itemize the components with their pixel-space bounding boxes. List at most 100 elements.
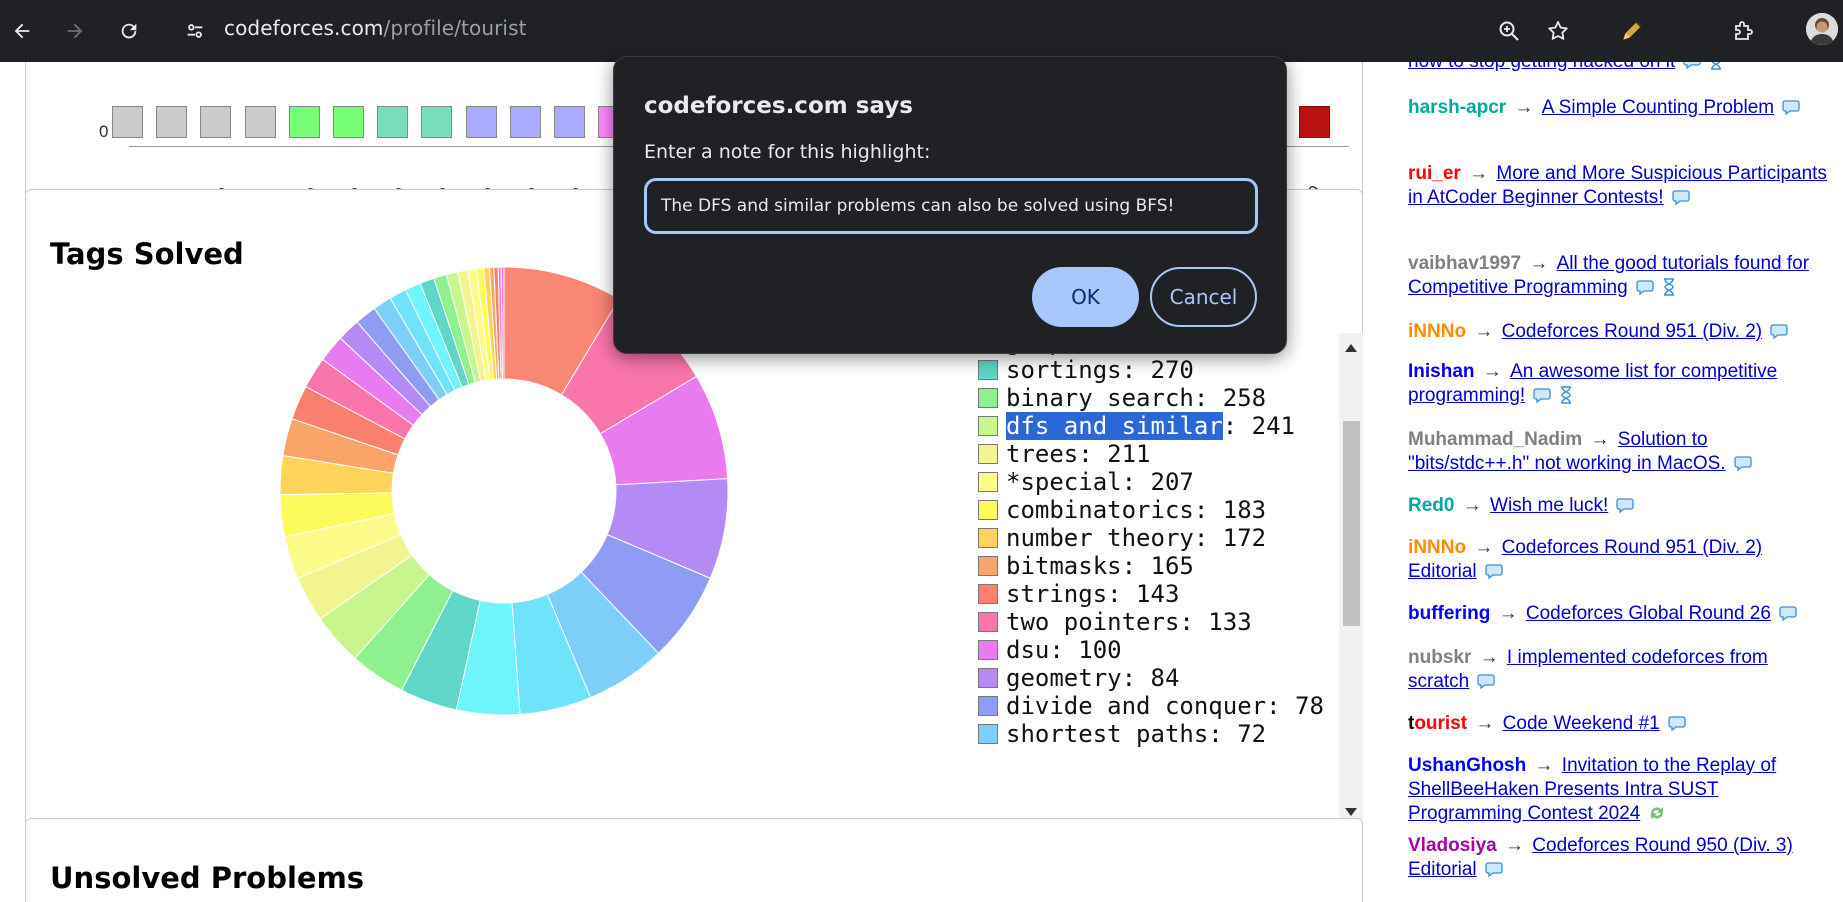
legend-label: bitmasks — [1006, 552, 1122, 580]
reload-icon[interactable] — [110, 12, 148, 50]
entry-author-link[interactable]: harsh-apcr — [1408, 97, 1506, 118]
legend-count: : 172 — [1193, 524, 1267, 552]
comment-icon — [1477, 672, 1497, 690]
entry-author-link[interactable]: Red0 — [1408, 495, 1454, 516]
rating-bar — [509, 106, 541, 138]
rating-bar — [112, 106, 143, 138]
address-bar[interactable]: codeforces.com/profile/tourist — [224, 16, 527, 40]
entry-author-link[interactable]: nubskr — [1408, 647, 1471, 668]
site-info-icon[interactable] — [176, 12, 214, 50]
legend-item[interactable]: divide and conquer : 78 — [978, 692, 1324, 720]
entry-author-link[interactable]: buffering — [1408, 603, 1490, 624]
comment-icon — [1779, 604, 1799, 622]
recent-action-entry: iNNNo → Codeforces Round 951 (Div. 2) — [1408, 320, 1828, 344]
entry-arrow: → — [1585, 429, 1615, 450]
legend-label: geometry — [1006, 664, 1122, 692]
legend-item[interactable]: dsu : 100 — [978, 636, 1122, 664]
legend-label: binary search — [1006, 384, 1194, 412]
unsolved-problems-card: Unsolved Problems — [25, 818, 1363, 902]
entry-topic-link[interactable]: A Simple Counting Problem — [1542, 97, 1774, 118]
rating-bar — [554, 106, 585, 138]
entry-author-link[interactable]: Vladosiya — [1408, 835, 1497, 856]
entry-author-link[interactable]: UshanGhosh — [1408, 755, 1526, 776]
legend-item[interactable]: combinatorics : 183 — [978, 496, 1266, 524]
legend-label: *special — [1006, 468, 1122, 496]
back-icon[interactable] — [3, 12, 41, 50]
entry-arrow: → — [1524, 253, 1554, 274]
legend-label: divide and conquer — [1006, 692, 1267, 720]
rating-bar — [244, 106, 276, 138]
rating-axis-zero: 0 — [99, 122, 109, 141]
scrollbar-thumb[interactable] — [1343, 421, 1360, 626]
note-input[interactable] — [644, 178, 1258, 234]
legend-item[interactable]: binary search : 258 — [978, 384, 1266, 412]
legend-count: : 84 — [1121, 664, 1180, 692]
rating-bar — [377, 106, 409, 138]
ok-button[interactable]: OK — [1032, 267, 1139, 327]
entry-topic-link[interactable]: Wish me luck! — [1490, 495, 1608, 516]
recent-action-entry: Red0 → Wish me luck! — [1408, 494, 1828, 518]
legend-count: : 241 — [1222, 412, 1295, 440]
legend-scrollbar[interactable] — [1339, 333, 1363, 828]
legend-swatch — [978, 724, 998, 744]
entry-arrow: → — [1457, 495, 1488, 516]
entry-topic-link[interactable]: Codeforces Round 951 (Div. 2) — [1502, 321, 1763, 342]
entry-topic-link[interactable]: how to stop getting hacked on it — [1408, 62, 1675, 72]
legend-count: : 258 — [1193, 384, 1267, 412]
legend-swatch — [978, 416, 998, 436]
entry-author-link[interactable]: Inishan — [1408, 361, 1475, 382]
entry-author-link[interactable]: rui_er — [1408, 163, 1461, 184]
legend-item[interactable]: two pointers : 133 — [978, 608, 1252, 636]
profile-avatar[interactable] — [1806, 13, 1838, 45]
refresh-icon — [1648, 804, 1668, 820]
entry-topic-link[interactable]: Codeforces Global Round 26 — [1526, 603, 1771, 624]
entry-topic-link[interactable]: Code Weekend #1 — [1503, 713, 1660, 734]
url-domain: codeforces.com — [224, 16, 384, 40]
recent-action-entry: Muhammad_Nadim → Solution to "bits/stdc+… — [1408, 428, 1828, 476]
scroll-up-icon[interactable] — [1345, 344, 1357, 352]
legend-label: shortest paths — [1006, 720, 1209, 748]
recent-action-entry: Inishan → An awesome list for competitiv… — [1408, 360, 1828, 408]
pen-icon[interactable] — [1613, 12, 1651, 50]
legend-swatch — [978, 444, 998, 464]
extensions-icon[interactable] — [1724, 12, 1762, 50]
browser-toolbar: codeforces.com/profile/tourist — [0, 0, 1843, 62]
entry-author-link[interactable]: Muhammad_Nadim — [1408, 429, 1582, 450]
forward-icon[interactable] — [56, 12, 94, 50]
legend-item[interactable]: number theory : 172 — [978, 524, 1266, 552]
rating-bar — [200, 106, 232, 138]
legend-count: : 207 — [1121, 468, 1194, 496]
legend-item[interactable]: geometry : 84 — [978, 664, 1179, 692]
entry-arrow: → — [1509, 97, 1539, 118]
legend-item[interactable]: trees : 211 — [978, 440, 1151, 468]
entry-author-link[interactable]: vaibhav1997 — [1408, 253, 1521, 274]
scroll-down-icon[interactable] — [1345, 808, 1357, 816]
hourglass-icon — [1662, 278, 1676, 296]
zoom-icon[interactable] — [1490, 12, 1528, 50]
comment-icon — [1733, 454, 1754, 472]
legend-swatch — [978, 528, 998, 548]
legend-swatch — [978, 556, 998, 576]
legend-swatch — [978, 640, 998, 660]
entry-arrow: → — [1469, 537, 1499, 558]
legend-item[interactable]: strings : 143 — [978, 580, 1179, 608]
cancel-button[interactable]: Cancel — [1150, 267, 1257, 327]
url-path: /profile/tourist — [383, 16, 527, 40]
dialog-message: Enter a note for this highlight: — [644, 141, 931, 163]
legend-swatch — [978, 696, 998, 716]
legend-item[interactable]: bitmasks : 165 — [978, 552, 1194, 580]
legend-item[interactable]: *special : 207 — [978, 468, 1194, 496]
entry-author-link[interactable]: tourist — [1408, 713, 1467, 734]
legend-item[interactable]: dfs and similar : 241 — [978, 412, 1295, 440]
legend-item[interactable]: sortings : 270 — [978, 356, 1194, 384]
recent-action-entry: UshanGhosh → Invitation to the Replay of… — [1408, 754, 1828, 826]
rating-bar — [421, 106, 453, 138]
recent-action-entry: buffering → Codeforces Global Round 26 — [1408, 602, 1828, 626]
entry-author-link[interactable]: iNNNo — [1408, 537, 1466, 558]
star-icon[interactable] — [1539, 12, 1577, 50]
legend-item[interactable]: shortest paths : 72 — [978, 720, 1266, 748]
entry-author-link[interactable]: iNNNo — [1408, 321, 1466, 342]
comment-icon — [1668, 714, 1688, 732]
rating-bar — [156, 106, 188, 138]
entry-arrow: → — [1470, 713, 1500, 734]
